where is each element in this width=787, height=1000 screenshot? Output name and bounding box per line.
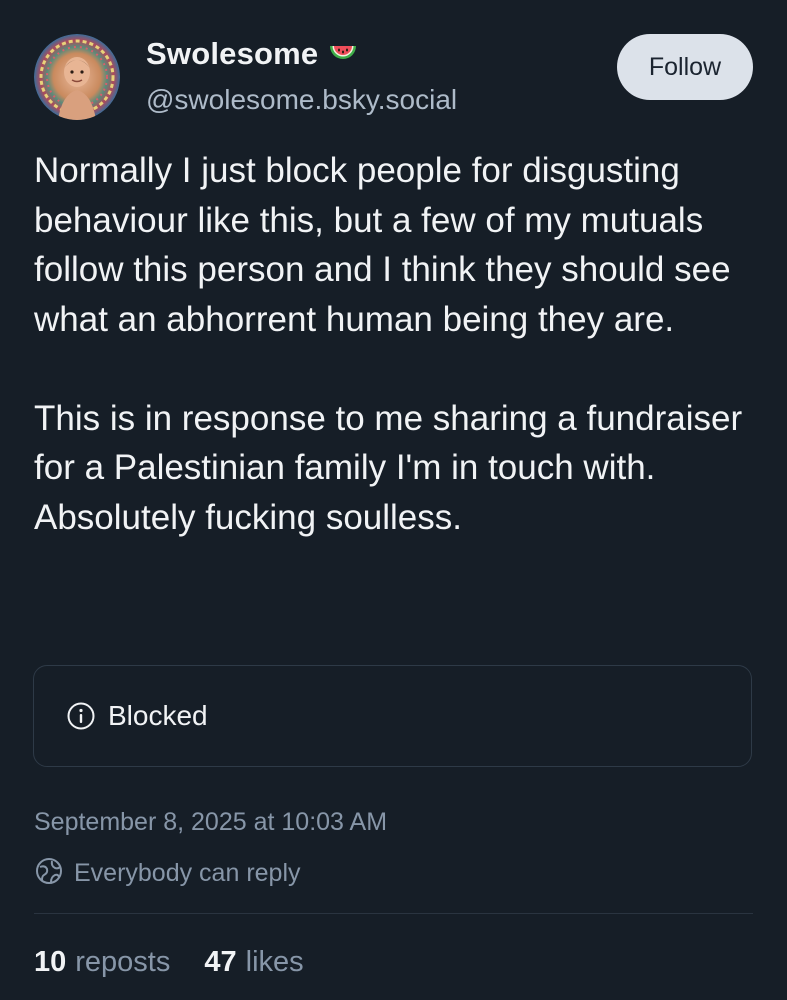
author-name-row: Swolesome xyxy=(146,36,358,72)
reposts-label: reposts xyxy=(75,946,171,978)
author-handle[interactable]: @swolesome.bsky.social xyxy=(146,84,457,116)
post-stats: 10 reposts 47 likes xyxy=(34,946,304,979)
avatar[interactable] xyxy=(34,34,120,120)
likes-stat[interactable]: 47 likes xyxy=(204,946,303,979)
blocked-quote-card[interactable]: Blocked xyxy=(33,665,752,767)
reposts-stat[interactable]: 10 reposts xyxy=(34,946,170,979)
post-body: Normally I just block people for disgust… xyxy=(34,146,754,542)
globe-icon xyxy=(34,856,64,891)
watermelon-icon xyxy=(328,42,358,66)
blocked-label: Blocked xyxy=(108,700,208,731)
author-display-name[interactable]: Swolesome xyxy=(146,36,318,72)
post-view: Swolesome @swolesome.bsky.social Follow … xyxy=(0,0,787,1000)
divider xyxy=(34,913,753,914)
reply-setting-label: Everybody can reply xyxy=(74,859,301,887)
likes-label: likes xyxy=(245,946,304,978)
info-icon xyxy=(66,701,96,731)
post-paragraph: This is in response to me sharing a fund… xyxy=(34,398,743,537)
post-paragraph: Normally I just block people for disgust… xyxy=(34,151,731,339)
avatar-image xyxy=(34,34,120,120)
post-timestamp[interactable]: September 8, 2025 at 10:03 AM xyxy=(34,808,387,837)
follow-button[interactable]: Follow xyxy=(617,34,753,100)
reply-settings[interactable]: Everybody can reply xyxy=(34,856,301,891)
reposts-count: 10 xyxy=(34,946,67,978)
likes-count: 47 xyxy=(204,946,237,978)
